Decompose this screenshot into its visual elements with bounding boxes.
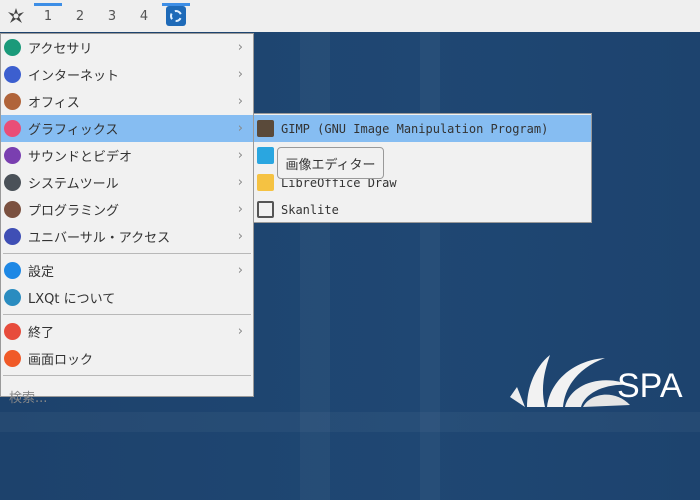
graphics-icon: [4, 120, 21, 137]
menu-item-label: プログラミング: [28, 204, 120, 219]
lxqt-icon: [4, 289, 21, 306]
lock-icon: [4, 350, 21, 367]
menu-item-label: グラフィックス: [28, 123, 119, 138]
menu-item[interactable]: プログラミング ›: [1, 196, 253, 223]
workspace-label: 1: [43, 8, 53, 24]
menu-item[interactable]: LXQt について: [1, 284, 253, 311]
menu-item[interactable]: 設定 ›: [1, 257, 253, 284]
workspace-2[interactable]: 2: [64, 0, 96, 32]
menu-item-label: システムツール: [28, 177, 119, 192]
menu-item[interactable]: グラフィックス ›: [1, 115, 253, 142]
menu-item[interactable]: アクセサリ ›: [1, 34, 253, 61]
desktop-logo: SPA: [510, 355, 683, 407]
chevron-right-icon: ›: [237, 121, 243, 136]
menu-item[interactable]: システムツール ›: [1, 169, 253, 196]
power-icon: [4, 323, 21, 340]
gimp-icon: [257, 120, 274, 137]
taskbar: 1 2 3 4: [0, 0, 700, 32]
workspace-label: 2: [75, 8, 85, 24]
chevron-right-icon: ›: [237, 175, 243, 190]
accessibility-icon: [4, 228, 21, 245]
menu-item-label: 終了: [28, 326, 55, 341]
menu-item[interactable]: ユニバーサル・アクセス ›: [1, 223, 253, 250]
chevron-right-icon: ›: [237, 229, 243, 244]
image-viewer-icon: [257, 147, 274, 164]
chevron-right-icon: ›: [237, 263, 243, 278]
distro-logo-icon: [8, 8, 24, 23]
chevron-right-icon: ›: [237, 67, 243, 82]
menu-item-label: アクセサリ: [28, 42, 93, 57]
internet-icon: [4, 66, 21, 83]
menu-item-label: ユニバーサル・アクセス: [28, 231, 171, 246]
accessories-icon: [4, 39, 21, 56]
chevron-right-icon: ›: [237, 324, 243, 339]
gear-icon: [4, 174, 21, 191]
multimedia-icon: [4, 147, 21, 164]
scanner-icon: [257, 201, 274, 218]
svg-text:SPA: SPA: [617, 367, 683, 405]
separator: [3, 253, 251, 254]
search-input[interactable]: 検索...: [1, 379, 253, 413]
menu-item-label: サウンドとビデオ: [28, 150, 133, 165]
app-icon: [166, 6, 186, 26]
menu-item-label: インターネット: [28, 69, 120, 84]
libreoffice-draw-icon: [257, 174, 274, 191]
menu-item-label: GIMP (GNU Image Manipulation Program): [281, 121, 549, 136]
menu-item[interactable]: 終了 ›: [1, 318, 253, 345]
menu-item[interactable]: サウンドとビデオ ›: [1, 142, 253, 169]
workspace-1[interactable]: 1: [32, 0, 64, 32]
separator: [3, 375, 251, 376]
menu-item-label: 設定: [28, 265, 55, 280]
workspace-label: 3: [107, 8, 117, 24]
task-button-desktop[interactable]: [160, 0, 192, 32]
menu-item-label: オフィス: [28, 96, 80, 111]
application-menu: アクセサリ › インターネット › オフィス › グラフィックス › サウンドとビデオ › システム…: [0, 33, 254, 406]
chevron-right-icon: ›: [237, 202, 243, 217]
menu-item[interactable]: GIMP (GNU Image Manipulation Program): [254, 115, 591, 142]
menu-item-label: LXQt について: [28, 292, 116, 307]
workspace-label: 4: [139, 8, 149, 24]
workspace-3[interactable]: 3: [96, 0, 128, 32]
settings-icon: [4, 262, 21, 279]
menu-item-label: 画面ロック: [28, 353, 94, 368]
hammer-icon: [4, 201, 21, 218]
chevron-right-icon: ›: [237, 94, 243, 109]
main-menu-button[interactable]: [0, 0, 32, 32]
menu-item[interactable]: Skanlite: [254, 196, 591, 223]
separator: [3, 314, 251, 315]
menu-item[interactable]: 画面ロック: [1, 345, 253, 372]
menu-item[interactable]: インターネット ›: [1, 61, 253, 88]
tooltip-text: 画像エディター: [285, 157, 376, 173]
tooltip: 画像エディター: [277, 147, 384, 179]
chevron-right-icon: ›: [237, 148, 243, 163]
menu-item-label: Skanlite: [281, 202, 339, 217]
menu-item[interactable]: オフィス ›: [1, 88, 253, 115]
chevron-right-icon: ›: [237, 40, 243, 55]
office-briefcase-icon: [4, 93, 21, 110]
workspace-4[interactable]: 4: [128, 0, 160, 32]
